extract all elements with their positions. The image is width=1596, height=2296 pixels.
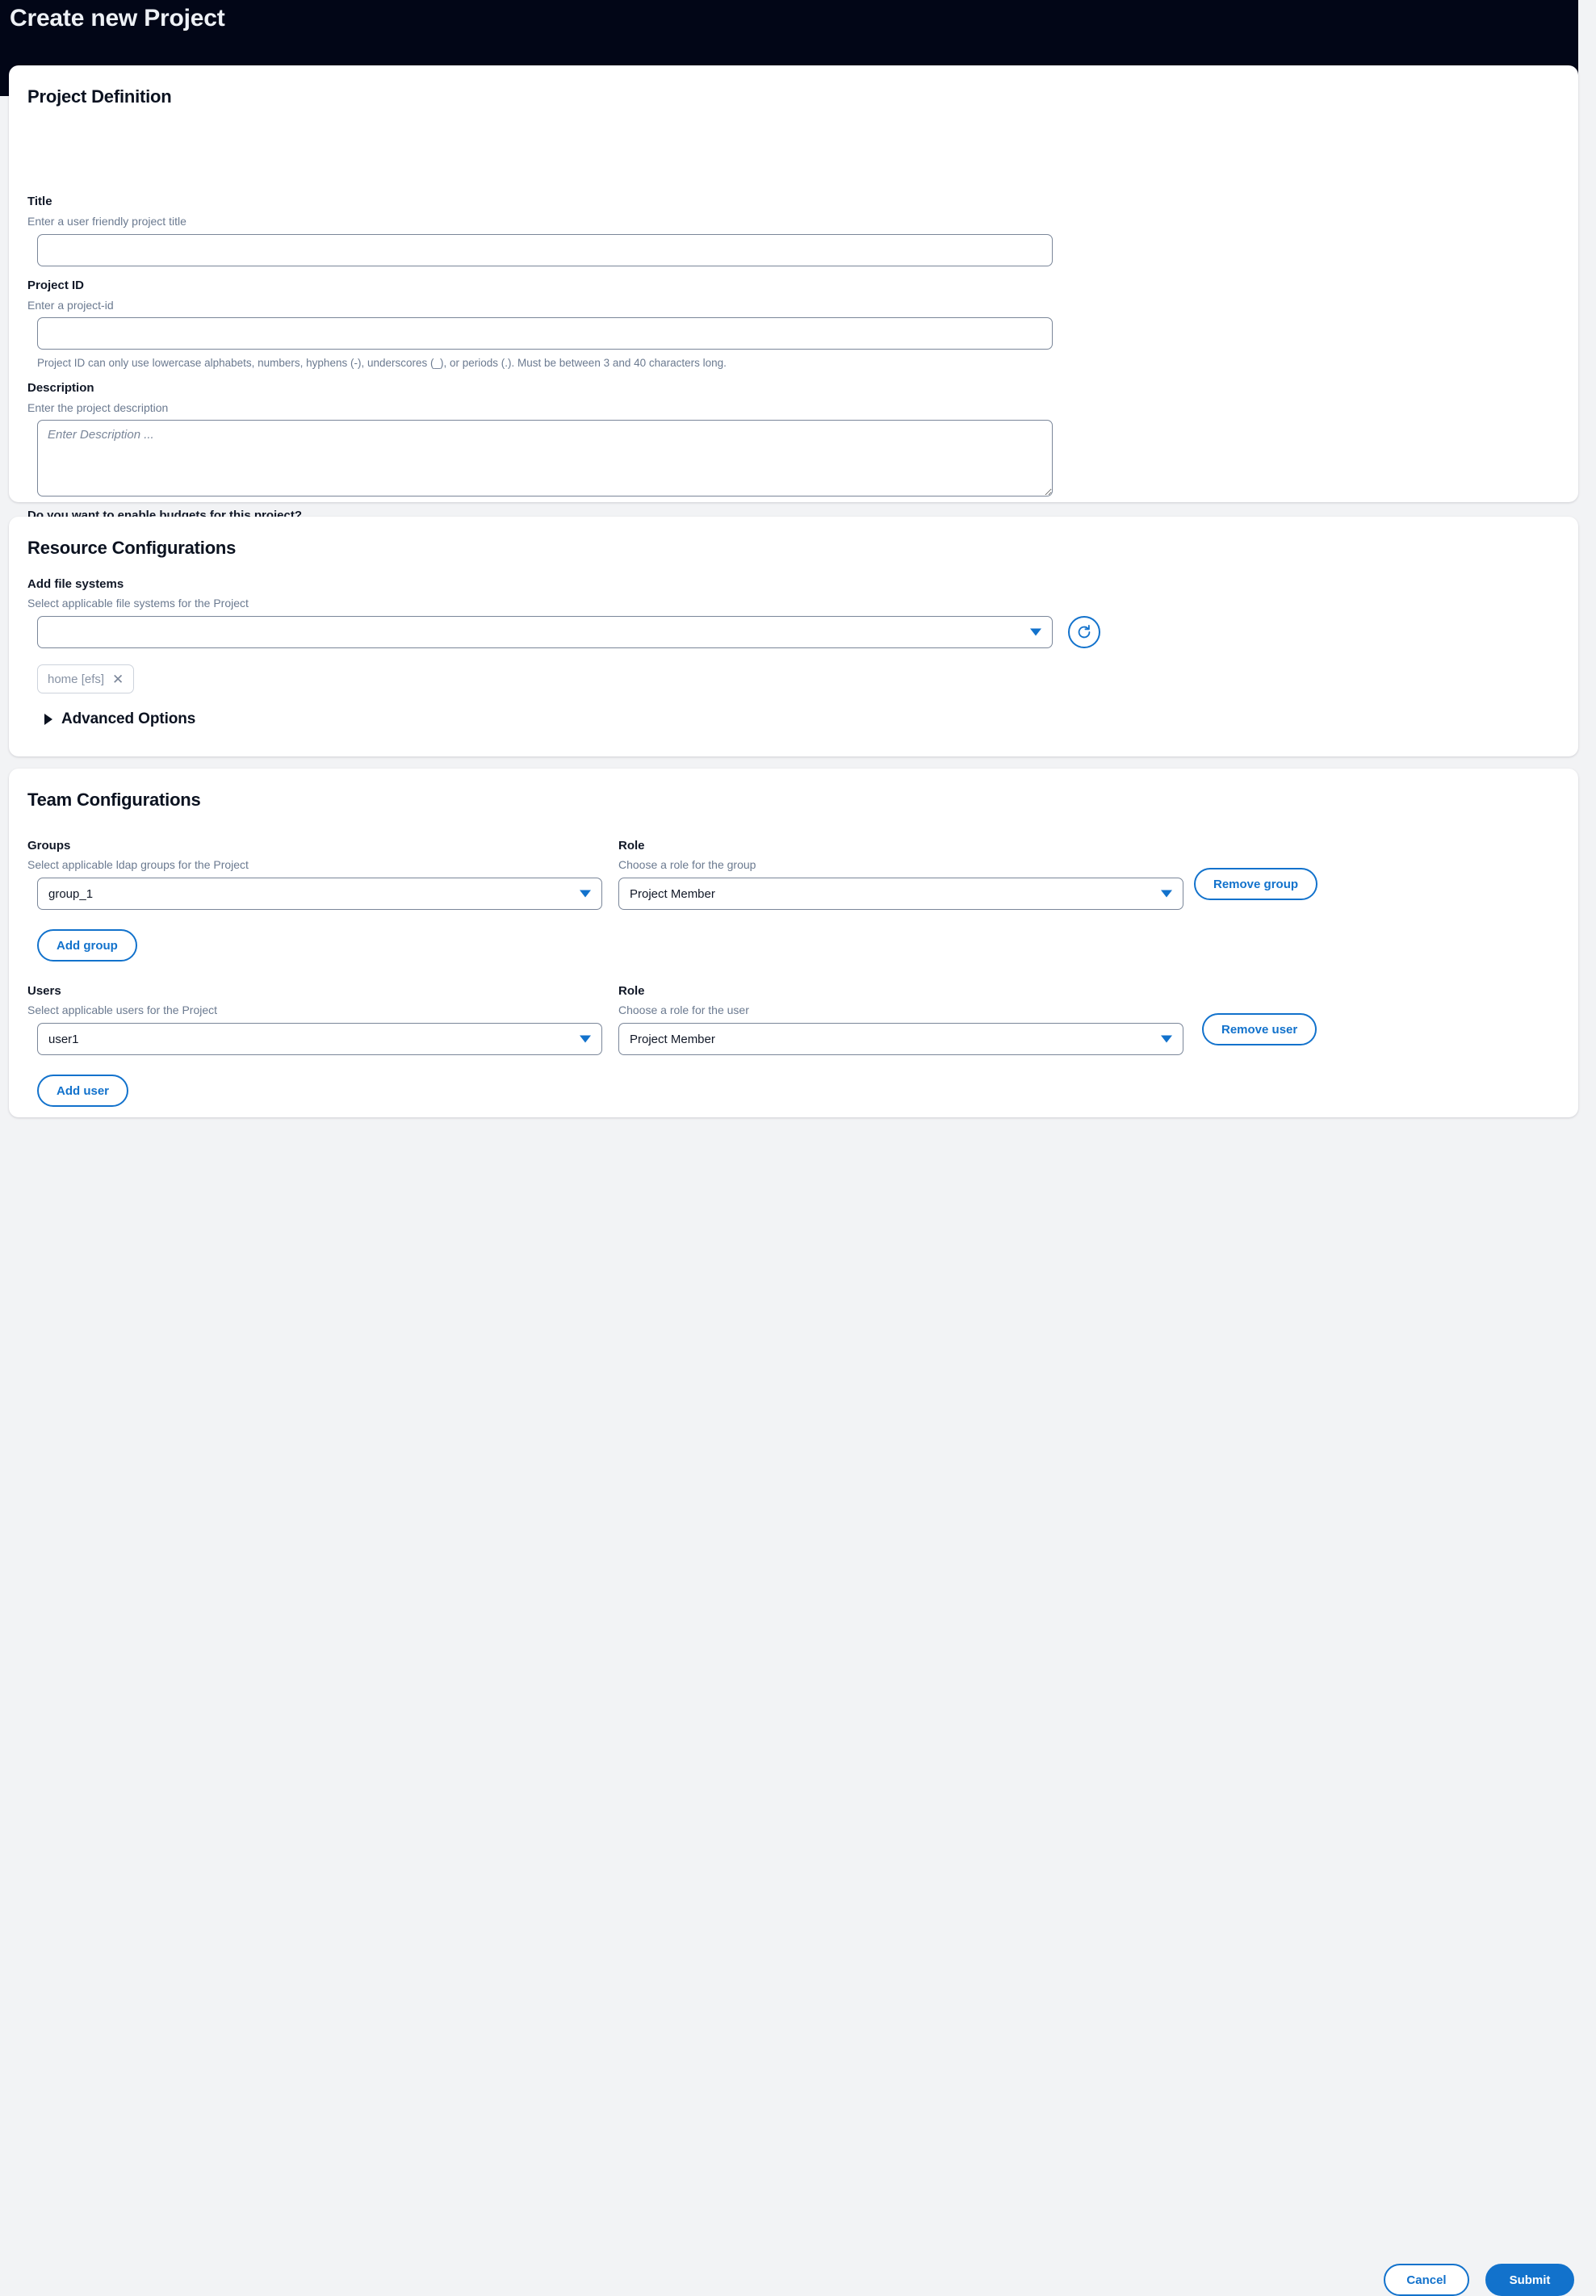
- refresh-icon: [1078, 625, 1091, 639]
- users-selected-value: user1: [48, 1032, 79, 1046]
- advanced-options-label: Advanced Options: [61, 710, 196, 727]
- file-systems-select-box[interactable]: [37, 616, 1053, 648]
- project-id-field-hint: Enter a project-id: [27, 299, 114, 312]
- add-group-button[interactable]: Add group: [37, 929, 137, 962]
- project-id-field-label: Project ID: [27, 279, 85, 292]
- group-role-select[interactable]: Project Member: [618, 878, 1183, 910]
- file-systems-select[interactable]: [37, 616, 1053, 648]
- page-title: Create new Project: [10, 5, 225, 31]
- user-role-label: Role: [618, 984, 645, 998]
- resource-configurations-heading: Resource Configurations: [27, 538, 237, 558]
- users-label: Users: [27, 984, 61, 998]
- file-systems-chip-list: home [efs] ✕: [37, 664, 135, 693]
- project-id-help-text: Project ID can only use lowercase alphab…: [37, 357, 727, 369]
- file-systems-label: Add file systems: [27, 577, 124, 591]
- cancel-button[interactable]: Cancel: [1384, 2264, 1469, 2296]
- remove-user-button[interactable]: Remove user: [1202, 1013, 1317, 1045]
- group-role-hint: Choose a role for the group: [618, 858, 756, 871]
- page-root: Create new Project Project Definition Ti…: [0, 0, 1596, 2296]
- remove-group-button[interactable]: Remove group: [1194, 868, 1318, 900]
- file-system-chip[interactable]: home [efs] ✕: [37, 664, 135, 693]
- user-role-select[interactable]: Project Member: [618, 1023, 1183, 1055]
- title-field-hint: Enter a user friendly project title: [27, 215, 186, 228]
- title-field-label: Title: [27, 195, 52, 208]
- resource-configurations-card: Resource Configurations Add file systems…: [9, 517, 1578, 756]
- groups-label: Groups: [27, 839, 71, 853]
- user-role-select-box[interactable]: Project Member: [618, 1023, 1183, 1055]
- group-role-select-box[interactable]: Project Member: [618, 878, 1183, 910]
- groups-selected-value: group_1: [48, 886, 94, 901]
- group-role-label: Role: [618, 839, 645, 853]
- project-definition-heading: Project Definition: [27, 86, 172, 107]
- user-role-selected-value: Project Member: [630, 1032, 715, 1046]
- add-user-button[interactable]: Add user: [37, 1075, 129, 1107]
- title-input[interactable]: [37, 234, 1053, 266]
- users-hint: Select applicable users for the Project: [27, 1003, 218, 1016]
- submit-button[interactable]: Submit: [1485, 2264, 1574, 2296]
- triangle-right-icon: [44, 714, 52, 725]
- description-field-label: Description: [27, 381, 94, 395]
- team-configurations-card: Team Configurations Groups Select applic…: [9, 769, 1578, 1117]
- groups-select[interactable]: group_1: [37, 878, 602, 910]
- groups-select-box[interactable]: group_1: [37, 878, 602, 910]
- groups-hint: Select applicable ldap groups for the Pr…: [27, 858, 249, 871]
- advanced-options-toggle[interactable]: Advanced Options: [44, 710, 195, 728]
- description-field-hint: Enter the project description: [27, 401, 169, 414]
- users-select[interactable]: user1: [37, 1023, 602, 1055]
- refresh-file-systems-button[interactable]: [1068, 616, 1100, 648]
- users-select-box[interactable]: user1: [37, 1023, 602, 1055]
- project-definition-card: Project Definition Title Enter a user fr…: [9, 65, 1578, 550]
- footer-action-bar: Cancel Submit: [0, 1122, 1596, 2296]
- file-systems-hint: Select applicable file systems for the P…: [27, 597, 249, 610]
- project-id-input[interactable]: [37, 317, 1053, 350]
- file-system-chip-label: home [efs]: [48, 672, 105, 686]
- user-role-hint: Choose a role for the user: [618, 1003, 749, 1016]
- team-configurations-heading: Team Configurations: [27, 790, 201, 810]
- group-role-selected-value: Project Member: [630, 886, 715, 901]
- close-icon[interactable]: ✕: [112, 672, 124, 686]
- description-textarea[interactable]: [37, 420, 1053, 496]
